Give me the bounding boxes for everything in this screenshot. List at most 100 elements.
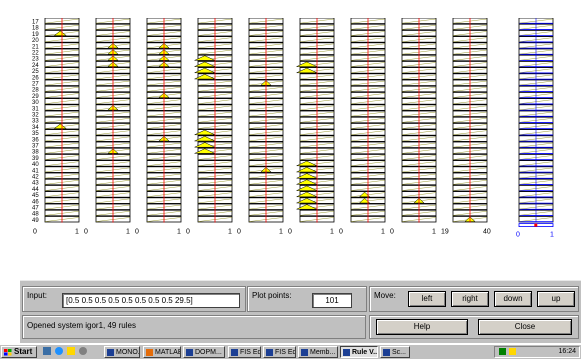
start-button[interactable]: Start bbox=[1, 346, 37, 358]
move-label: Move: bbox=[374, 291, 396, 300]
rule-plot-canvas[interactable]: 1718192021222324252627282930313233343536… bbox=[24, 17, 564, 246]
row-label: 29 bbox=[32, 94, 39, 100]
taskbar: Start MONO... MATLAB DOPM... FIS Ed... FIS E… bbox=[0, 344, 581, 359]
axis-min-label: 0 bbox=[135, 229, 139, 236]
clock: 16:24 bbox=[558, 348, 576, 355]
taskbar-button-label: FIS Ed... bbox=[240, 349, 261, 356]
row-label: 17 bbox=[32, 20, 39, 26]
row-label: 24 bbox=[32, 63, 39, 69]
app-icon bbox=[383, 349, 390, 356]
app-icon bbox=[107, 349, 114, 356]
plot-points-group: Plot points: 101 bbox=[247, 286, 367, 312]
row-label: 21 bbox=[32, 44, 39, 50]
help-button[interactable]: Help bbox=[376, 319, 468, 335]
axis-min-label: 0 bbox=[288, 229, 292, 236]
row-label: 30 bbox=[32, 100, 39, 106]
taskbar-button[interactable]: FIS Ed... bbox=[263, 346, 296, 358]
plot-points-field[interactable]: 101 bbox=[312, 293, 352, 308]
row-label: 40 bbox=[32, 162, 39, 168]
axis-max-label: 1 bbox=[330, 229, 334, 236]
row-label: 23 bbox=[32, 57, 39, 63]
axis-min-label: 0 bbox=[33, 229, 37, 236]
row-label: 45 bbox=[32, 193, 39, 199]
quick-launch bbox=[41, 347, 101, 357]
axis-max-label: 1 bbox=[381, 229, 385, 236]
axis-max-label: 1 bbox=[177, 229, 181, 236]
app-icon bbox=[266, 349, 273, 356]
move-left-button[interactable]: left bbox=[408, 291, 446, 307]
axis-max-label: 40 bbox=[483, 229, 491, 236]
app-icon bbox=[343, 349, 350, 356]
move-group: Move: left right down up bbox=[369, 286, 579, 312]
browser-icon[interactable] bbox=[55, 347, 63, 355]
defuzzified-marker bbox=[534, 223, 538, 227]
row-label: 22 bbox=[32, 51, 39, 57]
action-group: Help Close bbox=[369, 315, 579, 339]
row-label: 32 bbox=[32, 113, 39, 119]
axis-max-label: 1 bbox=[228, 229, 232, 236]
windows-logo-icon bbox=[4, 349, 12, 356]
row-label: 26 bbox=[32, 75, 39, 81]
app-icon bbox=[231, 349, 238, 356]
row-label: 20 bbox=[32, 38, 39, 44]
taskbar-button-label: Sc... bbox=[392, 349, 407, 356]
axis-max-label: 1 bbox=[279, 229, 283, 236]
taskbar-button[interactable]: DOPM... bbox=[183, 346, 225, 358]
control-panel: Input: [0.5 0.5 0.5 0.5 0.5 0.5 0.5 0.5 … bbox=[20, 280, 581, 343]
close-button[interactable]: Close bbox=[478, 319, 572, 335]
status-text: Opened system igor1, 49 rules bbox=[27, 321, 136, 330]
move-right-button[interactable]: right bbox=[451, 291, 489, 307]
axis-min-label: 0 bbox=[390, 229, 394, 236]
taskbar-button[interactable]: Memb... bbox=[298, 346, 338, 358]
move-up-button[interactable]: up bbox=[537, 291, 575, 307]
row-label: 47 bbox=[32, 206, 39, 212]
row-label: 48 bbox=[32, 212, 39, 218]
network-icon[interactable] bbox=[499, 348, 506, 355]
volume-icon[interactable] bbox=[509, 348, 516, 355]
media-icon[interactable] bbox=[79, 347, 87, 355]
row-label: 33 bbox=[32, 119, 39, 125]
row-label: 39 bbox=[32, 156, 39, 162]
row-label: 49 bbox=[32, 218, 39, 224]
axis-max-label: 1 bbox=[432, 229, 436, 236]
taskbar-button[interactable]: Sc... bbox=[380, 346, 410, 358]
row-label: 43 bbox=[32, 181, 39, 187]
row-label: 38 bbox=[32, 150, 39, 156]
output-max-label: 1 bbox=[550, 232, 554, 239]
row-label: 34 bbox=[32, 125, 39, 131]
app-icon bbox=[186, 349, 193, 356]
taskbar-button[interactable]: MATLAB bbox=[143, 346, 181, 358]
axis-min-label: 0 bbox=[339, 229, 343, 236]
row-label: 25 bbox=[32, 69, 39, 75]
input-field[interactable]: [0.5 0.5 0.5 0.5 0.5 0.5 0.5 0.5 29.5] bbox=[62, 293, 240, 308]
taskbar-button-label: Memb... bbox=[310, 349, 336, 356]
row-label: 44 bbox=[32, 187, 39, 193]
taskbar-button[interactable]: Rule V... bbox=[340, 346, 378, 358]
row-label: 18 bbox=[32, 26, 39, 32]
row-label: 19 bbox=[32, 32, 39, 38]
taskbar-button[interactable]: MONO... bbox=[104, 346, 140, 358]
plot-points-label: Plot points: bbox=[252, 291, 292, 300]
app-icon bbox=[301, 349, 308, 356]
axis-min-label: 19 bbox=[441, 229, 449, 236]
taskbar-button-label: DOPM... bbox=[195, 349, 222, 356]
taskbar-button[interactable]: FIS Ed... bbox=[228, 346, 261, 358]
axis-min-label: 0 bbox=[84, 229, 88, 236]
row-label: 46 bbox=[32, 199, 39, 205]
taskbar-button-label: Rule V... bbox=[352, 349, 378, 356]
rule-viewer-window: 17 18 19 20 21 22 23 24 25 26 27 28 29 30 31 32 33 34 35 36… bbox=[0, 0, 581, 358]
rule-viewer-plots[interactable]: 17 18 19 20 21 22 23 24 25 26 27 28 29 30 31 32 33 34 35 36… bbox=[24, 17, 564, 246]
app-icon bbox=[146, 349, 153, 356]
input-label: Input: bbox=[27, 291, 48, 300]
row-label: 35 bbox=[32, 131, 39, 137]
folder-icon[interactable] bbox=[67, 347, 75, 355]
move-down-button[interactable]: down bbox=[494, 291, 532, 307]
taskbar-button-label: MATLAB bbox=[155, 349, 181, 356]
desktop-icon[interactable] bbox=[43, 347, 51, 355]
system-tray: 16:24 bbox=[494, 346, 580, 358]
axis-min-label: 0 bbox=[237, 229, 241, 236]
row-label: 31 bbox=[32, 106, 39, 112]
row-label: 42 bbox=[32, 175, 39, 181]
taskbar-button-label: MONO... bbox=[116, 349, 140, 356]
axis-min-label: 0 bbox=[186, 229, 190, 236]
